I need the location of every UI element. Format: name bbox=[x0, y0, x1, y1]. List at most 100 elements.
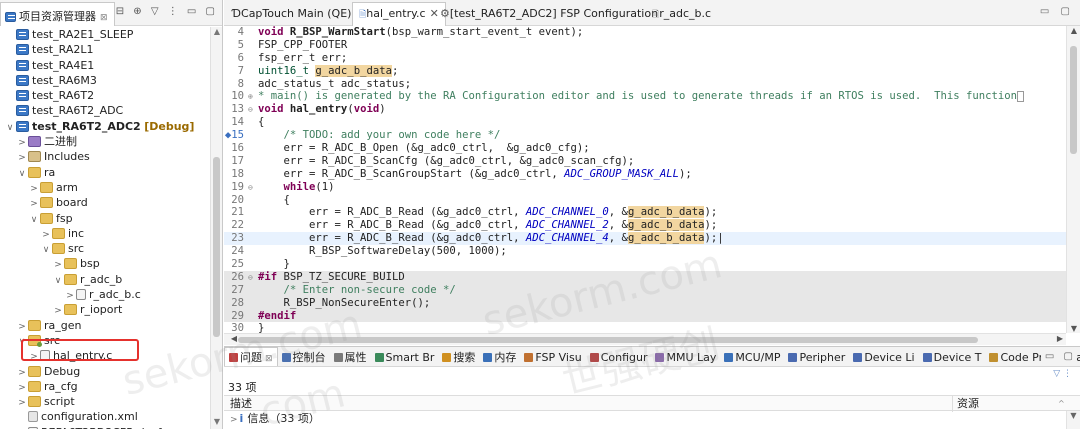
tab-hal-entry-c[interactable]: 🗎hal_entry.c ✕ bbox=[352, 2, 446, 26]
tree-item[interactable]: > r_ioport bbox=[0, 302, 210, 317]
tree-item[interactable]: > Debug bbox=[0, 364, 210, 379]
view-icon bbox=[989, 353, 999, 362]
tab-panel-4[interactable]: 搜索 bbox=[438, 348, 479, 366]
tab-fsp-visu[interactable]: FSP Visu bbox=[520, 348, 585, 366]
tree-item[interactable]: test_RA4E1 bbox=[0, 58, 210, 73]
editor-horizontal-scrollbar[interactable]: ◀ ▶ bbox=[224, 333, 1066, 345]
tree-item[interactable]: > bsp bbox=[0, 256, 210, 271]
tree-item[interactable]: > r_adc_b.c bbox=[0, 287, 210, 302]
bottom-tabbar: 问题 ⊠ 控制台 属性 Smart Br 搜索 内存 FSP Visu Configur MMU … bbox=[224, 347, 1080, 367]
close-icon[interactable]: ⊠ bbox=[265, 354, 273, 364]
tree-item[interactable]: ∨ test_RA6T2_ADC2 [Debug] bbox=[0, 119, 210, 134]
column-resource[interactable]: 资源 bbox=[952, 396, 1052, 412]
tab-label: Device T bbox=[933, 351, 982, 364]
scroll-thumb[interactable] bbox=[213, 157, 220, 337]
tree-item-label: r_adc_b.c bbox=[89, 288, 141, 302]
tree-item[interactable]: > arm bbox=[0, 180, 210, 195]
gear-icon: ⚙ bbox=[440, 7, 450, 20]
scroll-down-icon[interactable]: ▼ bbox=[211, 417, 222, 429]
tree-item-label: inc bbox=[68, 226, 85, 240]
folder-icon bbox=[40, 212, 53, 224]
tree-item-label: Debug bbox=[44, 364, 81, 378]
tab-label: FSP Visu bbox=[535, 351, 582, 364]
tab-label: MCU/MP bbox=[735, 351, 781, 364]
tree-item[interactable]: > hal_entry.c bbox=[0, 348, 210, 363]
close-icon[interactable]: ⊠ bbox=[100, 13, 108, 23]
folder-icon bbox=[28, 319, 41, 331]
tab-device-t[interactable]: Device T bbox=[919, 348, 986, 366]
row-label: 信息（33 项） bbox=[247, 412, 320, 425]
table-row[interactable]: > i 信息（33 项） bbox=[224, 411, 1080, 426]
view-icon bbox=[524, 353, 534, 362]
editor-window-controls[interactable]: ▭ ▢ bbox=[1040, 6, 1074, 17]
tree-item[interactable]: > Includes bbox=[0, 149, 210, 164]
folder-icon bbox=[64, 304, 77, 316]
editor-vertical-scrollbar[interactable]: ▲ ▼ bbox=[1066, 26, 1080, 333]
folder-icon bbox=[28, 365, 41, 377]
tree-item[interactable]: > ra_gen bbox=[0, 318, 210, 333]
tree-item-label: Includes bbox=[44, 150, 90, 164]
sort-arrow-icon: ^ bbox=[1058, 399, 1065, 408]
scroll-right-icon[interactable]: ▶ bbox=[1054, 334, 1066, 343]
folder-icon bbox=[28, 166, 41, 178]
tree-item[interactable]: test_RA6T2 bbox=[0, 88, 210, 103]
tab-panel-1[interactable]: 控制台 bbox=[278, 348, 330, 366]
scroll-down-icon[interactable]: ▼ bbox=[1067, 324, 1080, 333]
project-explorer-icon bbox=[5, 12, 16, 22]
tree-item-label: arm bbox=[56, 180, 78, 194]
view-icon bbox=[655, 353, 665, 362]
chevron-right-icon[interactable]: > bbox=[230, 415, 238, 425]
tab-captouch-main[interactable]: ƊCapTouch Main (QE) bbox=[226, 3, 357, 26]
code-area[interactable]: 4 void R_BSP_WarmStart(bsp_warm_start_eve… bbox=[224, 26, 1066, 333]
explorer-scrollbar[interactable]: ▲ ▼ bbox=[210, 27, 222, 429]
tab-panel-2[interactable]: 属性 bbox=[330, 348, 371, 366]
tab-label: 属性 bbox=[344, 351, 367, 364]
tree-item-label: test_RA6T2_ADC bbox=[32, 104, 124, 118]
tree-item[interactable]: test_RA6T2_ADC bbox=[0, 103, 210, 118]
tree-item[interactable]: ∨ src bbox=[0, 241, 210, 256]
tree-item-label: fsp bbox=[56, 211, 73, 225]
tree-item[interactable]: test_RA2E1_SLEEP bbox=[0, 27, 210, 42]
tree-item[interactable]: > inc bbox=[0, 226, 210, 241]
tab-mmu-lay[interactable]: MMU Lay bbox=[651, 348, 720, 366]
tree-item[interactable]: test_RA6M3 bbox=[0, 73, 210, 88]
tree-item[interactable]: > ra_cfg bbox=[0, 379, 210, 394]
problems-table-header: 描述 资源 ^ bbox=[224, 395, 1080, 412]
tree-item[interactable]: > script bbox=[0, 394, 210, 409]
scroll-thumb[interactable] bbox=[1070, 46, 1077, 154]
tree-item[interactable]: ∨ r_adc_b bbox=[0, 272, 210, 287]
tree-item[interactable]: R7FA6T2BD3CFP.pincfg bbox=[0, 425, 210, 429]
tree-item[interactable]: configuration.xml bbox=[0, 409, 210, 424]
tab-device-li[interactable]: Device Li bbox=[849, 348, 918, 366]
tab-configur[interactable]: Configur bbox=[586, 348, 652, 366]
tree-item[interactable]: ∨ fsp bbox=[0, 211, 210, 226]
project-explorer-tabbar: 项目资源管理器 ⊠ ⊟ ⊕ ▽ ⋮ ▭ ▢ bbox=[0, 0, 222, 26]
tab-r-adc-b-c[interactable]: 🗎r_adc_b.c bbox=[646, 3, 717, 26]
tree-item[interactable]: ∨ src bbox=[0, 333, 210, 348]
tab-label: Smart Br bbox=[385, 351, 435, 364]
captouch-icon: Ɗ bbox=[232, 7, 242, 20]
view-toolbar[interactable]: ⊟ ⊕ ▽ ⋮ ▭ ▢ bbox=[116, 6, 218, 17]
tab-label: 项目资源管理器 bbox=[19, 10, 96, 23]
tab-project-explorer[interactable]: 项目资源管理器 ⊠ bbox=[0, 2, 115, 26]
tab-panel-5[interactable]: 内存 bbox=[479, 348, 520, 366]
folder-icon bbox=[52, 243, 65, 255]
tree-item[interactable]: test_RA2L1 bbox=[0, 42, 210, 57]
scroll-down-icon[interactable]: ▼ bbox=[1066, 411, 1080, 429]
tree-item[interactable]: > board bbox=[0, 195, 210, 210]
tab-mcu-mp[interactable]: MCU/MP bbox=[720, 348, 784, 366]
filter-icon[interactable]: ▽ ⋮ bbox=[1053, 369, 1072, 379]
tab-peripher[interactable]: Peripher bbox=[784, 348, 849, 366]
column-description[interactable]: 描述 bbox=[230, 396, 252, 412]
panel-window-controls[interactable]: ▭ ▢ bbox=[1040, 351, 1076, 362]
scroll-up-icon[interactable]: ▲ bbox=[1067, 26, 1080, 35]
tab-panel-0[interactable]: 问题 ⊠ bbox=[224, 347, 278, 366]
tab-fsp-configuration[interactable]: ⚙[test_RA6T2_ADC2] FSP Configuration bbox=[434, 3, 664, 26]
tree-item[interactable]: > 二进制 bbox=[0, 134, 210, 149]
tab-smart-br[interactable]: Smart Br bbox=[371, 348, 439, 366]
scroll-up-icon[interactable]: ▲ bbox=[211, 27, 222, 39]
scroll-thumb[interactable] bbox=[238, 337, 978, 343]
tree-item[interactable]: ∨ ra bbox=[0, 165, 210, 180]
editor-tabbar: ƊCapTouch Main (QE) 🗎hal_entry.c ✕ ⚙[test… bbox=[224, 0, 1080, 26]
tree-item-label: r_adc_b bbox=[80, 272, 123, 286]
